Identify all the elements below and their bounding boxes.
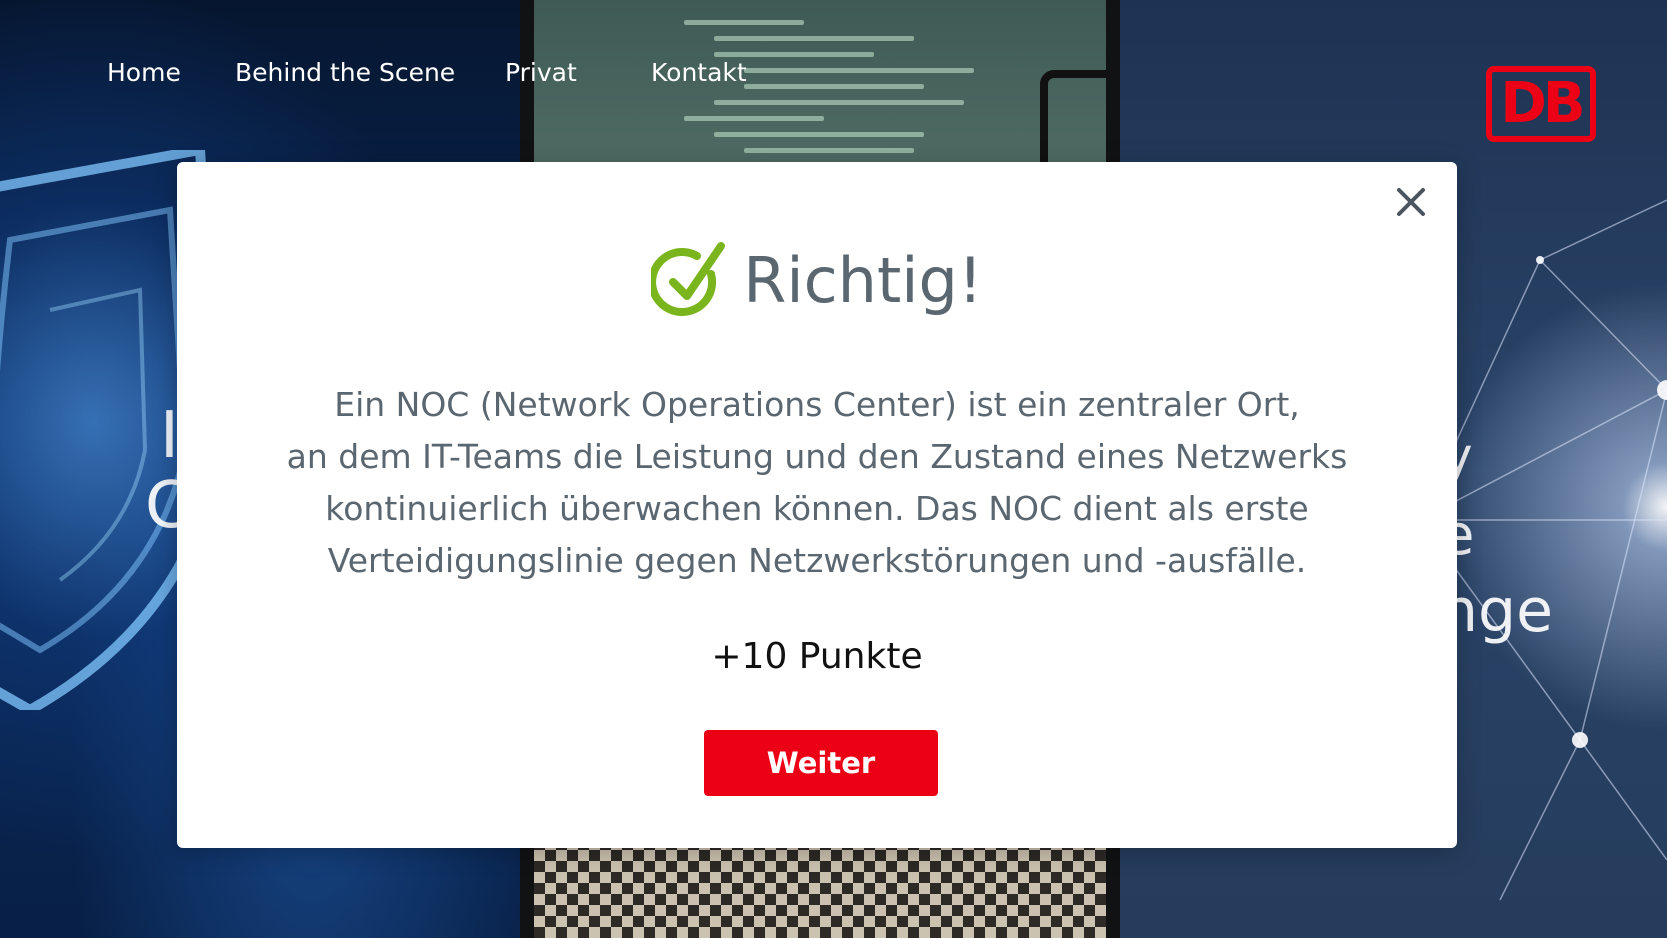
continue-button[interactable]: Weiter xyxy=(704,730,938,796)
explanation-line: Verteidigungslinie gegen Netzwerkstörung… xyxy=(327,541,1307,580)
glasses-graphic xyxy=(1040,70,1108,176)
nav-kontakt[interactable]: Kontakt xyxy=(651,58,747,87)
modal-title: Richtig! xyxy=(743,244,983,317)
result-modal: Richtig! Ein NOC (Network Operations Cen… xyxy=(177,162,1457,848)
page: I C y e nge Home Behind the Scene Privat… xyxy=(0,0,1667,938)
nav-behind-the-scene[interactable]: Behind the Scene xyxy=(235,58,455,87)
close-icon[interactable] xyxy=(1391,182,1431,222)
points-awarded: +10 Punkte xyxy=(711,636,923,677)
db-logo-text: DB xyxy=(1500,71,1585,136)
explanation-line: Ein NOC (Network Operations Center) ist … xyxy=(334,385,1300,424)
modal-header: Richtig! xyxy=(177,240,1457,322)
monitor-graphic xyxy=(534,0,1106,170)
check-circle-icon xyxy=(651,242,726,316)
db-logo[interactable]: DB xyxy=(1486,66,1596,142)
explanation-line: an dem IT-Teams die Leistung und den Zus… xyxy=(286,437,1348,476)
nav-home[interactable]: Home xyxy=(107,58,181,87)
nav-privat[interactable]: Privat xyxy=(505,58,577,87)
explanation-line: kontinuierlich überwachen können. Das NO… xyxy=(325,489,1309,528)
modal-explanation: Ein NOC (Network Operations Center) ist … xyxy=(217,379,1417,587)
